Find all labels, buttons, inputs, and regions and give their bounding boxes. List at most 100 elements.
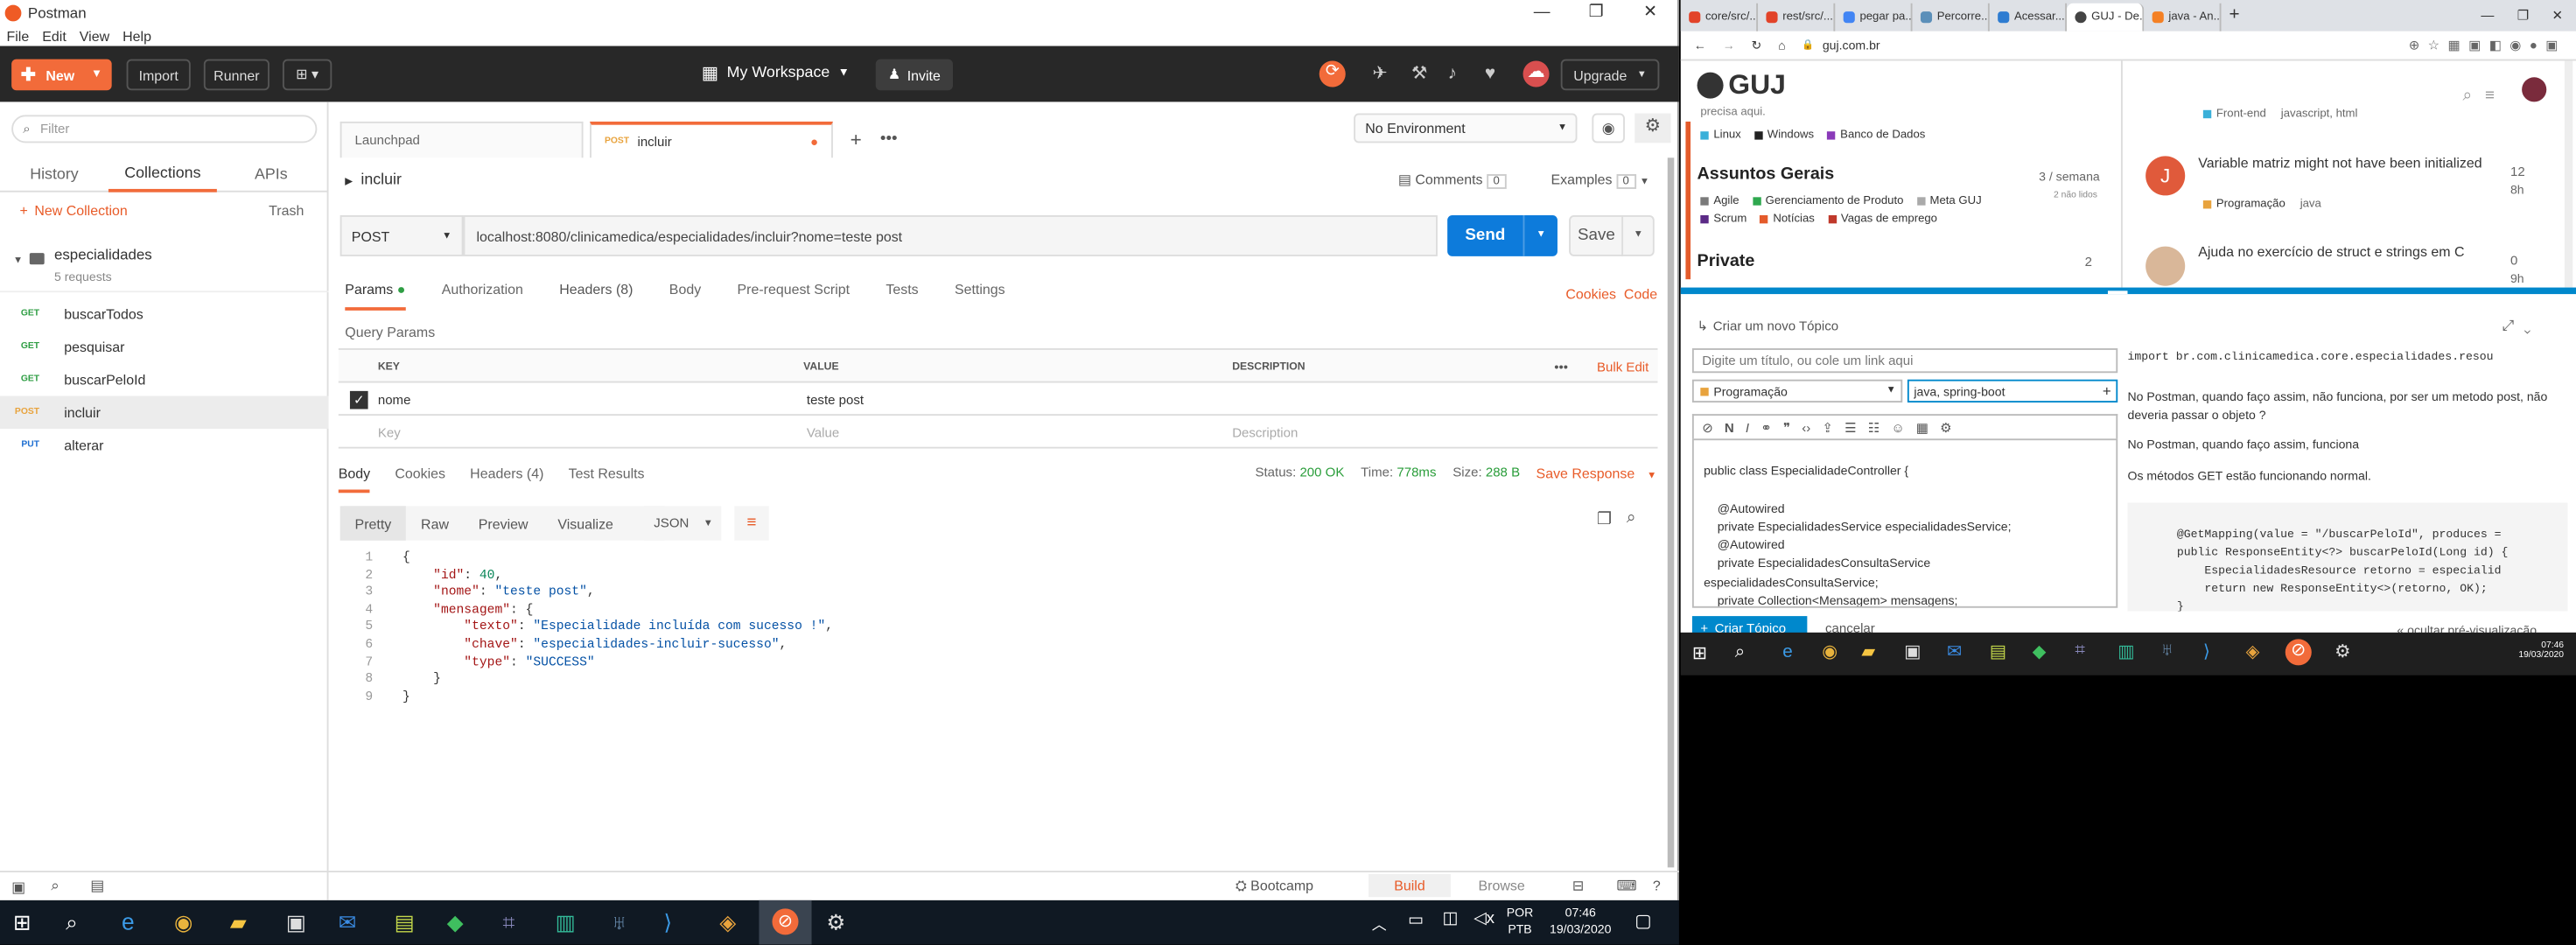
category-link[interactable]: Agile: [1713, 195, 1739, 206]
edge-icon[interactable]: e: [122, 908, 135, 934]
italic-icon[interactable]: I: [1746, 420, 1749, 435]
app-icon[interactable]: ⌗: [2075, 640, 2085, 662]
save-button[interactable]: Save ▼: [1569, 214, 1655, 256]
tab-apis[interactable]: APIs: [217, 156, 326, 192]
quote-icon[interactable]: ❞: [1783, 420, 1790, 435]
satellite-icon[interactable]: ✈: [1368, 62, 1391, 85]
windows-start-icon[interactable]: ⊞: [13, 910, 31, 936]
windows-start-icon[interactable]: ⊞: [1692, 642, 1707, 664]
cookies-link[interactable]: Cookies: [1565, 286, 1616, 303]
back-icon[interactable]: ←: [1694, 38, 1706, 52]
browser-tab[interactable]: rest/src/...: [1758, 3, 1836, 32]
send-button[interactable]: Send ▼: [1447, 214, 1558, 256]
tab-params[interactable]: Params ●: [345, 281, 406, 311]
emoji-icon[interactable]: ☺: [1891, 420, 1904, 435]
topic-title[interactable]: Ajuda no exercício de struct e strings e…: [2198, 242, 2510, 262]
edge-icon[interactable]: e: [1782, 642, 1793, 662]
page-scrollbar[interactable]: [2564, 60, 2573, 288]
app-icon[interactable]: ◈: [2246, 640, 2260, 662]
wrap-lines-icon[interactable]: ≡: [734, 506, 769, 541]
keyboard-icon[interactable]: ⌨: [1617, 878, 1637, 896]
vscode-icon[interactable]: ⟩: [664, 910, 673, 936]
two-pane-icon[interactable]: ⊟: [1572, 878, 1584, 896]
editor-textarea[interactable]: public class EspecialidadeController { @…: [1691, 438, 2118, 608]
search-icon[interactable]: ⌕: [1627, 509, 1636, 528]
invite-button[interactable]: ♟ Invite: [875, 59, 954, 91]
reload-icon[interactable]: ↻: [1752, 38, 1762, 52]
key-input[interactable]: Key: [378, 416, 401, 449]
chevron-down-icon[interactable]: ▼: [1522, 214, 1558, 256]
mail-icon[interactable]: ✉: [1947, 640, 1962, 662]
expand-collapse-icons[interactable]: ⤢⌄: [2502, 317, 2541, 335]
network-icon[interactable]: ◫: [1443, 910, 1459, 928]
category-link[interactable]: Front-end: [2216, 108, 2266, 120]
calendar-icon[interactable]: ▦: [1916, 420, 1928, 435]
comments-button[interactable]: ▤ Comments 0: [1398, 171, 1507, 189]
runner-button[interactable]: Runner: [203, 59, 270, 91]
filter-input[interactable]: ⌕ Filter: [11, 115, 318, 144]
tab-response-headers[interactable]: Headers (4): [470, 465, 543, 493]
category-link[interactable]: Notícias: [1773, 214, 1814, 225]
tab-authorization[interactable]: Authorization: [442, 281, 523, 311]
chevron-down-icon[interactable]: ▼: [1621, 214, 1653, 256]
find-icon[interactable]: ⌕: [51, 878, 59, 896]
browser-tab[interactable]: Percorre...: [1913, 3, 1990, 32]
json-select[interactable]: JSON ▼: [644, 506, 722, 541]
app-icon[interactable]: ▤: [395, 910, 415, 936]
build-toggle[interactable]: Build: [1368, 873, 1451, 898]
clock[interactable]: 07:46 19/03/2020: [1548, 906, 1614, 939]
tab-body[interactable]: Body: [669, 281, 701, 311]
search-icon[interactable]: ⌕: [66, 910, 78, 936]
tag-link[interactable]: java: [2300, 199, 2321, 210]
code-link[interactable]: Code: [1624, 286, 1657, 303]
close-icon[interactable]: ✕: [1623, 0, 1677, 24]
search-icon[interactable]: ⌕: [1735, 642, 1746, 663]
link-icon[interactable]: ⚭: [1760, 420, 1772, 435]
chrome-icon[interactable]: ◉: [1822, 640, 1838, 662]
gear-app-icon[interactable]: ⚙: [2334, 640, 2351, 662]
sync-icon[interactable]: ⟳: [1319, 60, 1346, 88]
scrollbar[interactable]: [1667, 158, 1675, 868]
header-icons[interactable]: ⌕≡: [2463, 88, 2509, 106]
app-icon[interactable]: ◈: [719, 910, 736, 936]
home-icon[interactable]: ⌂: [1778, 38, 1786, 52]
section-title[interactable]: Private: [1698, 251, 1755, 271]
numbered-list-icon[interactable]: ☷: [1868, 420, 1880, 435]
response-body[interactable]: 1{ 2 "id": 40, 3 "nome": "teste post", 4…: [340, 550, 1647, 707]
app-icon[interactable]: ▥: [2118, 640, 2135, 662]
guj-logo[interactable]: GUJ: [1697, 69, 1786, 102]
description-input[interactable]: Description: [1232, 416, 1298, 449]
tab-settings[interactable]: Settings: [955, 281, 1005, 311]
extension-icons[interactable]: ⊕☆▦▣◧◉●▣: [2409, 38, 2566, 52]
menu-edit[interactable]: Edit: [42, 27, 66, 44]
app-icon[interactable]: ◆: [2033, 640, 2047, 662]
category-link[interactable]: Programação: [2216, 199, 2286, 210]
format-pretty[interactable]: Pretty: [340, 506, 407, 541]
maximize-icon[interactable]: ❐: [1569, 0, 1623, 24]
chevron-down-icon[interactable]: ▼: [91, 69, 102, 80]
gear-icon[interactable]: ⚙: [1634, 113, 1671, 144]
minimize-icon[interactable]: —: [2481, 0, 2494, 32]
bell-icon[interactable]: ♪: [1441, 62, 1464, 85]
vscode-icon[interactable]: ⟩: [2203, 640, 2210, 662]
tag-link[interactable]: javascript, html: [2281, 108, 2358, 120]
notification-icon[interactable]: ▢: [1634, 910, 1652, 932]
settings-icon[interactable]: ⚙: [1940, 420, 1951, 435]
menu-help[interactable]: Help: [122, 27, 151, 44]
category-link[interactable]: Scrum: [1713, 214, 1746, 225]
tab-pre-request-script[interactable]: Pre-request Script: [737, 281, 850, 311]
param-checkbox[interactable]: ✓: [349, 390, 368, 410]
category-link[interactable]: Windows: [1768, 130, 1814, 141]
topic-title-input[interactable]: Digite um título, ou cole um link aqui: [1691, 348, 2118, 374]
more-icon[interactable]: •••: [1554, 350, 1568, 383]
app-icon[interactable]: ⌗: [503, 910, 515, 936]
add-tab-icon[interactable]: +: [839, 122, 872, 158]
folder-icon[interactable]: ▰: [230, 910, 247, 936]
url-field[interactable]: guj.com.br: [1823, 38, 1880, 52]
maximize-icon[interactable]: ❐: [2517, 0, 2529, 32]
upload-icon[interactable]: ⇪: [1822, 420, 1833, 435]
user-avatar[interactable]: [2522, 77, 2547, 102]
app-icon[interactable]: ◆: [447, 910, 464, 936]
help-icon[interactable]: ?: [1653, 878, 1661, 894]
request-name[interactable]: ▶ incluir: [345, 171, 402, 189]
